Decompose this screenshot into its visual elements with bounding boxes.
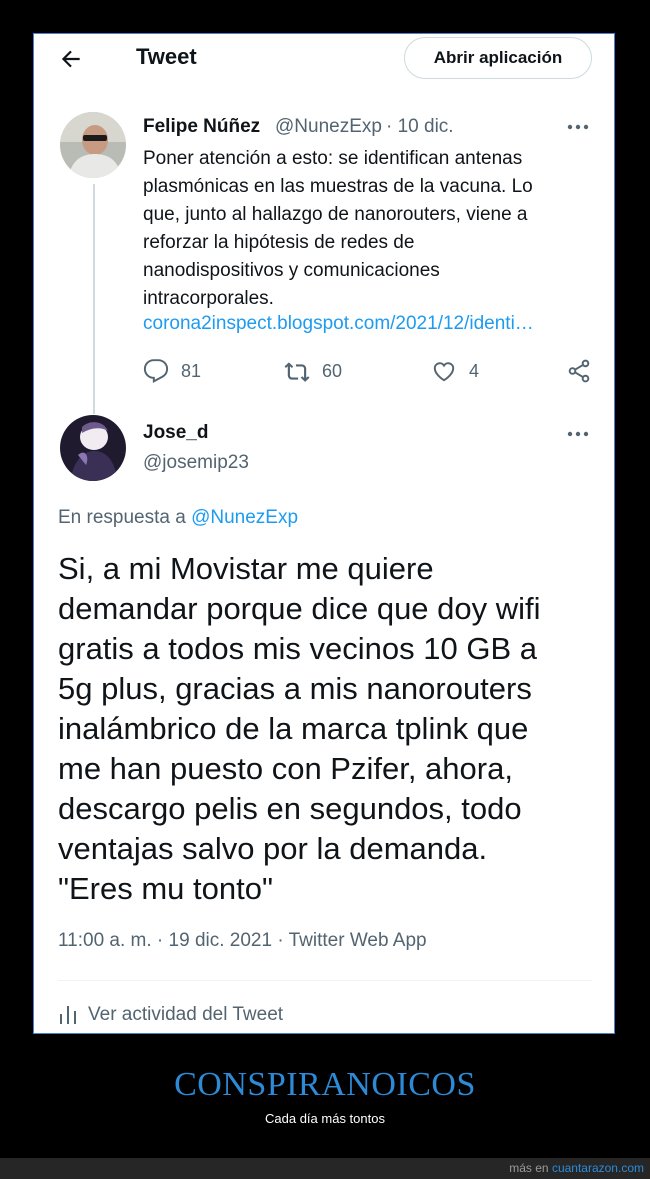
page-title: Tweet: [136, 44, 197, 69]
reply-context: En respuesta a @NunezExp: [58, 507, 298, 529]
footer-prefix: más en: [509, 1161, 549, 1175]
main-tweet-text: Si, a mi Movistar me quiere demandar por…: [58, 551, 541, 906]
author-name[interactable]: Jose_d: [143, 422, 208, 444]
retweet-icon: [284, 362, 310, 382]
author-handle[interactable]: @josemip23: [143, 452, 249, 474]
tweet-text: Poner atención a esto: se identifican an…: [143, 148, 533, 309]
tweet-timestamp[interactable]: 11:00 a. m. · 19 dic. 2021 · Twitter Web…: [58, 930, 427, 952]
like-count: 4: [469, 360, 480, 381]
share-button[interactable]: [566, 356, 604, 386]
reply-button[interactable]: 81: [143, 356, 201, 386]
back-arrow-icon[interactable]: [58, 46, 84, 72]
reply-mention[interactable]: @NunezExp: [191, 507, 298, 528]
like-icon: [433, 362, 455, 382]
tweet-date[interactable]: · 10 dic.: [386, 116, 454, 138]
author-handle[interactable]: @NunezExp: [275, 116, 382, 138]
share-icon: [568, 359, 590, 383]
tweet-activity-button[interactable]: Ver actividad del Tweet: [58, 1004, 283, 1026]
reply-prefix: En respuesta a: [58, 507, 186, 528]
footer-bar: más en cuantarazon.com: [0, 1158, 650, 1179]
like-button[interactable]: 4: [431, 356, 479, 386]
retweet-button[interactable]: 60: [284, 356, 342, 386]
tweet-activity-label: Ver actividad del Tweet: [88, 1004, 284, 1025]
footer-site-link[interactable]: cuantarazon.com: [552, 1161, 644, 1175]
caption-subtitle: Cada día más tontos: [265, 1111, 385, 1126]
tweet-link[interactable]: corona2inspect.blogspot.com/2021/12/iden…: [143, 313, 534, 335]
author-name[interactable]: Felipe Núñez: [143, 116, 260, 138]
footer-text: más en cuantarazon.com: [509, 1161, 644, 1175]
divider: [58, 980, 592, 981]
tweet-card: Tweet Abrir aplicación Felipe Núñez @Nun…: [33, 33, 615, 1034]
reply-count: 81: [181, 360, 202, 381]
open-app-button[interactable]: Abrir aplicación: [404, 37, 592, 79]
retweet-count: 60: [322, 360, 343, 381]
avatar-felipe[interactable]: [60, 112, 126, 178]
caption-title: CONSPIRANOICOS: [174, 1066, 476, 1103]
more-icon[interactable]: [566, 429, 590, 439]
reply-icon: [143, 359, 169, 383]
thread-line: [93, 184, 95, 414]
top-bar: Tweet Abrir aplicación: [34, 34, 614, 86]
more-icon[interactable]: [566, 122, 590, 132]
activity-icon: [60, 1006, 76, 1024]
avatar-jose[interactable]: [60, 415, 126, 481]
